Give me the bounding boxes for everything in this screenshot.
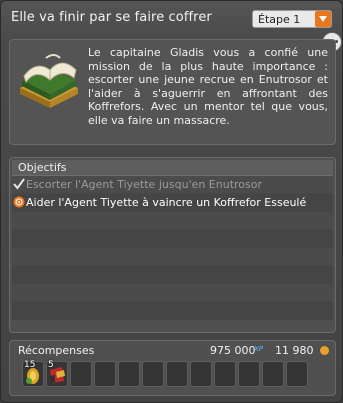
- check-icon: [13, 178, 25, 190]
- kamas-icon: [320, 346, 329, 355]
- quest-window: Elle va finir par se faire coffrer Étape…: [0, 0, 343, 403]
- empty-reward-slot: [118, 361, 140, 387]
- quest-description: Le capitaine Gladis vous a confié une mi…: [88, 46, 328, 127]
- empty-reward-slot: [94, 361, 116, 387]
- empty-row: [12, 266, 333, 284]
- objectives-header-label: Objectifs: [18, 161, 67, 174]
- reward-slot[interactable]: 5: [46, 360, 68, 387]
- target-icon: [13, 196, 25, 208]
- kamas-value: 11 980: [275, 344, 314, 357]
- objective-row[interactable]: Aider l'Agent Tiyette à vaincre un Koffr…: [12, 194, 333, 212]
- rewards-label: Récompenses: [18, 344, 95, 357]
- objective-row[interactable]: Escorter l'Agent Tiyette jusqu'en Enutro…: [12, 176, 333, 194]
- objective-label: Aider l'Agent Tiyette à vaincre un Koffr…: [26, 196, 307, 209]
- empty-reward-slot: [190, 361, 212, 387]
- objective-label: Escorter l'Agent Tiyette jusqu'en Enutro…: [26, 178, 262, 191]
- reward-qty: 15: [24, 360, 36, 370]
- reward-slot[interactable]: 15: [22, 360, 44, 387]
- reward-qty: 5: [48, 360, 54, 370]
- step-select-value: Étape 1: [258, 13, 301, 26]
- quest-title: Elle va finir par se faire coffrer: [11, 10, 212, 25]
- chevron-down-icon[interactable]: [315, 11, 331, 27]
- empty-reward-slot: [214, 361, 236, 387]
- empty-reward-slot: [238, 361, 260, 387]
- objectives-panel: Objectifs Escorter l'Agent Tiyette jusqu…: [9, 157, 336, 333]
- empty-row: [12, 302, 333, 320]
- step-select[interactable]: Étape 1: [252, 10, 332, 28]
- empty-reward-slot: [286, 361, 308, 387]
- description-panel: Le capitaine Gladis vous a confié une mi…: [9, 39, 336, 145]
- xp-icon: XP: [254, 345, 264, 353]
- empty-row: [12, 212, 333, 230]
- empty-reward-slot: [70, 361, 92, 387]
- empty-row: [12, 230, 333, 248]
- empty-reward-slot: [262, 361, 284, 387]
- objectives-header: Objectifs: [12, 160, 333, 176]
- empty-row: [12, 284, 333, 302]
- book-icon: [20, 54, 78, 108]
- empty-reward-slot: [166, 361, 188, 387]
- rewards-panel: Récompenses 975 000 XP 11 980 15 5: [9, 340, 336, 396]
- empty-row: [12, 248, 333, 266]
- empty-reward-slot: [142, 361, 164, 387]
- xp-value: 975 000: [210, 344, 256, 357]
